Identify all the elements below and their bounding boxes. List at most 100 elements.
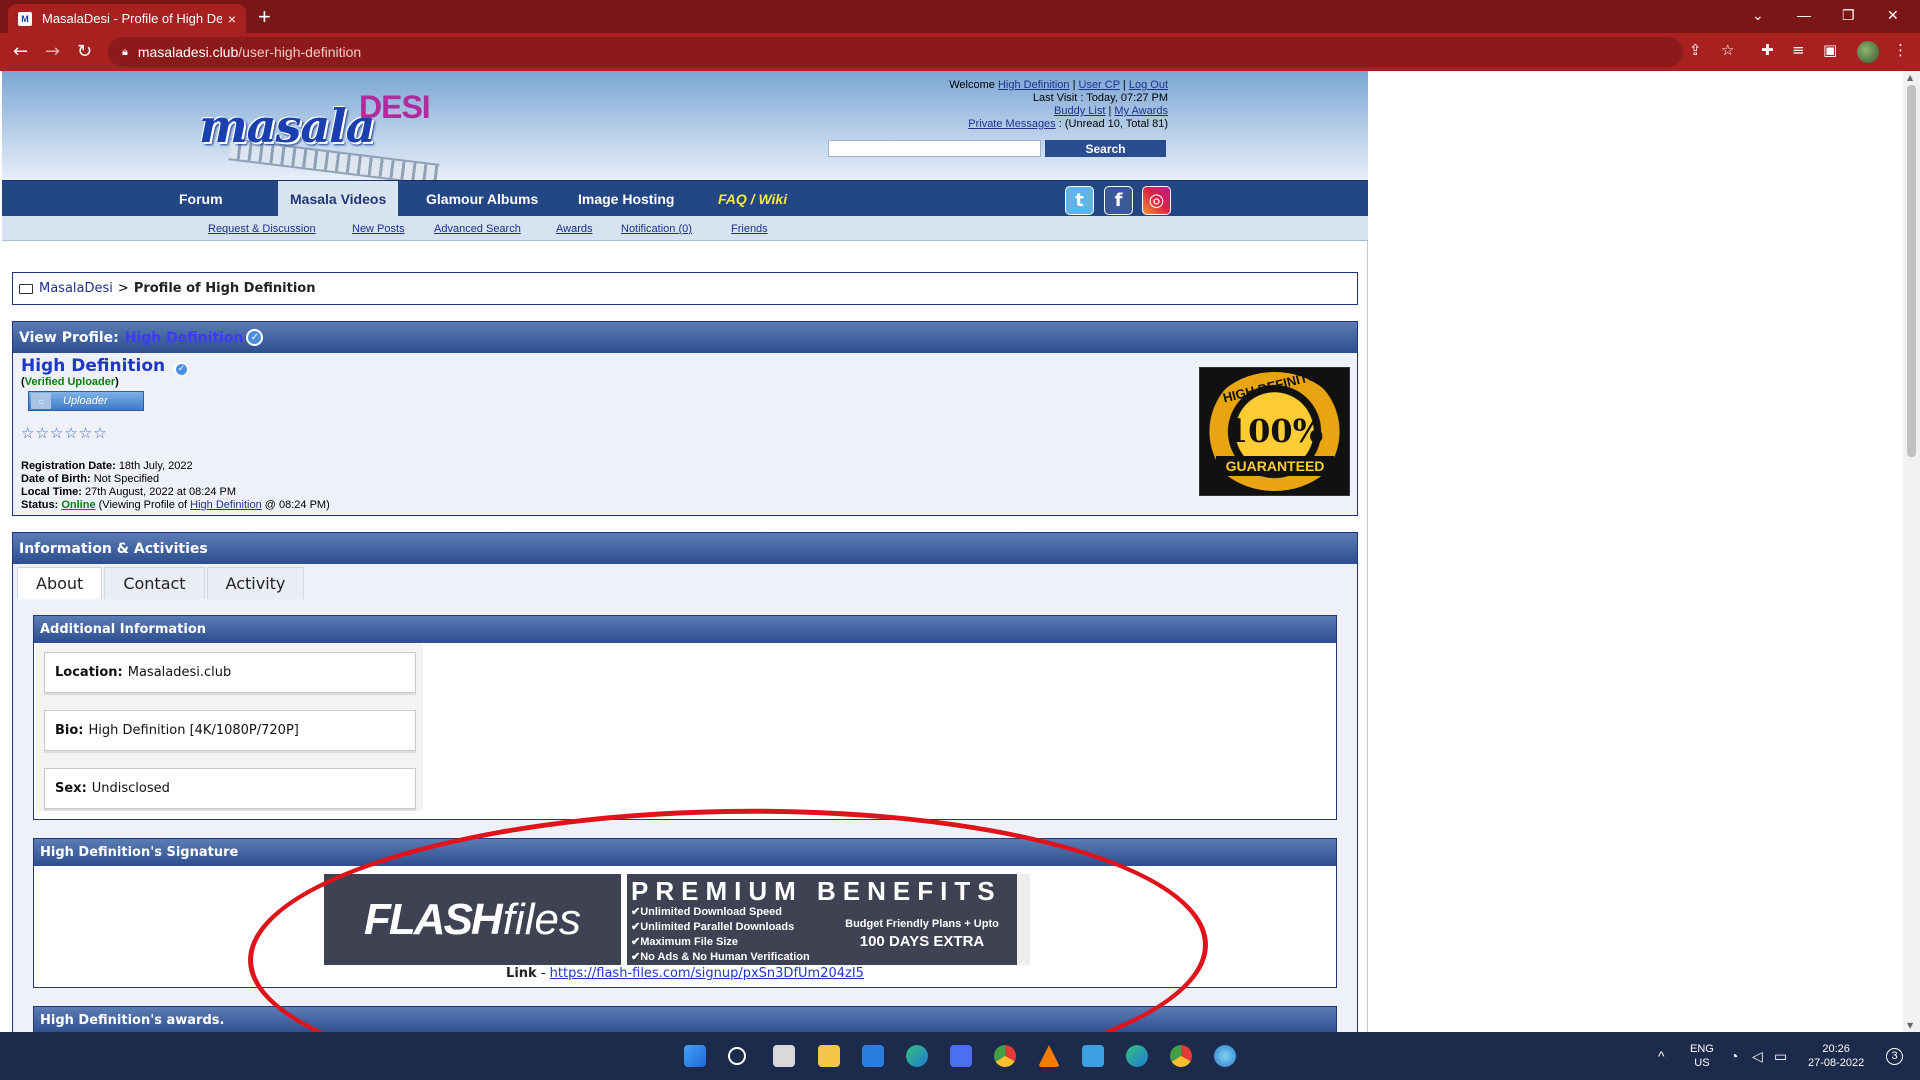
reading-list-icon[interactable]: ≡ [1792,41,1805,59]
subnav-new-posts[interactable]: New Posts [352,223,405,235]
volume-icon[interactable]: ◁ [1752,1032,1763,1080]
sex-value: Undisclosed [91,781,170,796]
user-box: Welcome High Definition | User CP | Log … [949,79,1168,130]
search-row: Search [828,140,1166,157]
profile-tabs: About Contact Activity [13,564,1357,599]
my-awards-link[interactable]: My Awards [1114,105,1168,117]
badge-bottom-text: GUARANTEED [1216,456,1334,476]
tab-about[interactable]: About [17,567,103,599]
network-app-icon[interactable] [1214,1045,1236,1067]
subnav-request-discussion[interactable]: Request & Discussion [208,223,316,235]
mail-icon[interactable] [862,1045,884,1067]
page-scrollbar[interactable]: ▲ ▼ [1903,71,1920,1032]
restore-icon[interactable]: ❐ [1842,0,1855,30]
log-out-link[interactable]: Log Out [1129,79,1168,91]
notification-badge[interactable]: 3 [1886,1032,1903,1080]
tab-activity[interactable]: Activity [206,567,305,599]
tab-search-icon[interactable]: ⌄ [1752,0,1764,30]
private-messages-link[interactable]: Private Messages [968,118,1055,130]
tab-title: MasalaDesi - Profile of High Definition [42,11,222,26]
nav-forum[interactable]: Forum [169,181,233,217]
buddy-list-link[interactable]: Buddy List [1054,105,1105,117]
url-path: /user-high-definition [238,44,362,60]
chrome-icon[interactable] [994,1045,1016,1067]
flash-files-banner[interactable]: FLASH files [324,874,621,965]
store-icon[interactable] [950,1045,972,1067]
tray-chevron-icon[interactable]: ^ [1658,1032,1665,1080]
localtime-value: 27th August, 2022 at 08:24 PM [85,486,237,498]
nav-faq-wiki[interactable]: FAQ / Wiki [708,181,797,217]
search-input[interactable] [828,140,1041,157]
clock[interactable]: 20:26 27-08-2022 [1808,1032,1864,1080]
edge-dev-icon[interactable] [1126,1045,1148,1067]
logo-masala: masala [199,99,375,153]
info-panel-header: Information & Activities [13,533,1357,564]
edge-icon[interactable] [906,1045,928,1067]
scroll-up-icon[interactable]: ▲ [1907,73,1913,82]
scrollbar-thumb[interactable] [1907,85,1916,457]
minimize-icon[interactable]: — [1797,0,1811,30]
status-viewing-user-link[interactable]: High Definition [190,499,262,511]
address-bar[interactable]: 🔒︎ masaladesi.club /user-high-definition [108,37,1683,67]
battery-icon[interactable]: ▭ [1774,1032,1787,1080]
nav-masala-videos[interactable]: Masala Videos [278,181,399,217]
bookmark-star-icon[interactable]: ☆ [1721,41,1734,59]
task-view-icon[interactable] [773,1045,795,1067]
subnav-advanced-search[interactable]: Advanced Search [434,223,521,235]
nav-image-hosting[interactable]: Image Hosting [568,181,684,217]
subnav-awards[interactable]: Awards [556,223,592,235]
info-title: Information & Activities [19,540,208,557]
chrome-alt-icon[interactable] [1170,1045,1192,1067]
vlc-icon[interactable] [1038,1045,1060,1067]
profile-avatar[interactable] [1857,41,1879,63]
instagram-icon[interactable]: ◎ [1142,186,1171,215]
profile-panel-header: View Profile: High Definition ✓ [13,322,1357,353]
search-button[interactable]: Search [1045,140,1166,157]
windows-start-icon[interactable] [684,1045,706,1067]
twitter-icon[interactable]: t [1065,186,1094,215]
tab-contact[interactable]: Contact [104,567,205,599]
facebook-icon[interactable]: f [1104,186,1133,215]
subnav-notification[interactable]: Notification (0) [621,223,692,235]
close-tab-icon[interactable]: × [228,11,236,27]
scroll-down-icon[interactable]: ▼ [1907,1021,1913,1030]
site-logo[interactable]: masala DESI [199,79,447,186]
verified-badge-icon: ✓ [174,361,190,377]
search-icon[interactable] [728,1047,746,1065]
signup-link[interactable]: https://flash-files.com/signup/pxSn3DfUm… [550,966,864,981]
welcome-user-link[interactable]: High Definition [998,79,1070,91]
verified-uploader-label: (Verified Uploader) [21,376,119,388]
lock-icon: 🔒︎ [122,45,128,58]
verified-uploader-text: Verified Uploader [24,376,116,388]
nav-glamour-albums[interactable]: Glamour Albums [416,181,548,217]
lang-top: ENG [1690,1043,1714,1055]
notepad-icon[interactable] [1082,1045,1104,1067]
reload-icon[interactable]: ↻ [77,41,92,62]
extensions-icon[interactable]: ✚ [1761,41,1774,59]
dob-label: Date of Birth: [21,473,91,485]
profile-username: High Definition ✓ [21,356,190,377]
user-cp-link[interactable]: User CP [1079,79,1120,91]
premium-benefits-banner[interactable]: PREMIUM BENEFITS ✔Unlimited Download Spe… [627,874,1030,965]
awards-panel: High Definition's awards. [33,1006,1337,1032]
status-online[interactable]: Online [61,499,95,511]
window-close-icon[interactable]: ✕ [1887,0,1899,30]
file-explorer-icon[interactable] [818,1045,840,1067]
subnav-friends[interactable]: Friends [731,223,768,235]
premium-right-big: 100 DAYS EXTRA [859,933,985,950]
profile-header-username[interactable]: High Definition [125,330,244,346]
main-nav: Forum Masala Videos Glamour Albums Image… [2,180,1368,217]
language-indicator[interactable]: ENG US [1690,1032,1714,1080]
share-icon[interactable]: ⇪ [1689,41,1702,59]
menu-kebab-icon[interactable]: ⋮ [1893,41,1908,59]
bio-field: Bio: High Definition [4K/1080P/720P] [44,710,416,751]
flash-light-text: files [502,894,581,944]
wifi-icon[interactable]: ◔ [1730,1032,1738,1080]
new-tab-icon[interactable]: + [258,4,271,30]
forward-icon[interactable]: → [45,41,60,62]
side-panel-icon[interactable]: ▣ [1823,41,1837,59]
browser-tab[interactable]: M MasalaDesi - Profile of High Definitio… [8,4,246,33]
back-icon[interactable]: ← [13,41,28,62]
bio-label: Bio: [55,723,84,738]
breadcrumb-home-link[interactable]: MasalaDesi [39,281,113,296]
